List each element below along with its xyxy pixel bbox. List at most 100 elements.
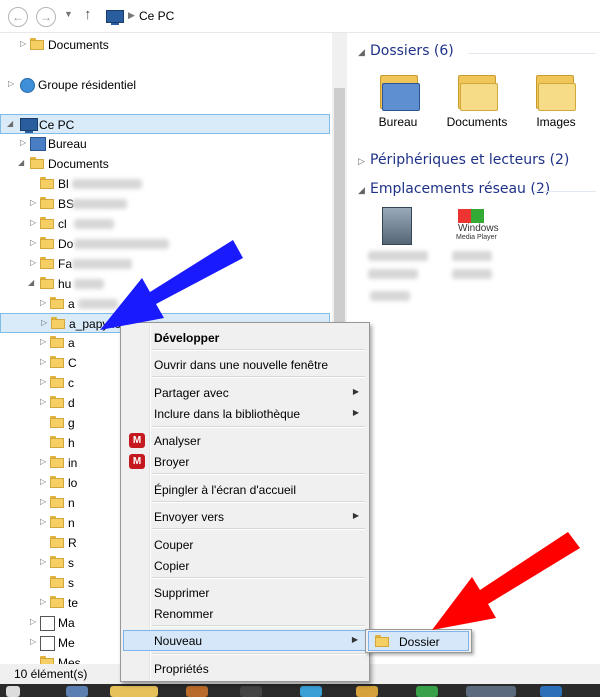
tree-item-documents[interactable]: ◢ Documents [0,154,330,174]
breadcrumb[interactable]: Ce PC [139,9,174,23]
folder-icon [40,656,54,664]
menu-item-expand[interactable]: Développer [123,327,367,348]
collapse-arrow-icon[interactable]: ◢ [358,47,365,58]
section-title-folders[interactable]: Dossiers (6) [370,43,454,59]
menu-item-rename[interactable]: Renommer [123,603,367,624]
tree-item-folder[interactable]: ▷ Fa [0,254,330,274]
images-folder-icon[interactable] [536,71,576,111]
menu-item-send-to[interactable]: Envoyer vers ▶ [123,506,367,527]
menu-item-include-library[interactable]: Inclure dans la bibliothèque ▶ [123,403,367,424]
taskbar-app-icon[interactable] [186,686,208,697]
folder-icon [40,237,54,249]
expand-arrow-icon[interactable]: ▷ [40,457,46,466]
expand-arrow-icon[interactable]: ▷ [358,156,365,167]
expand-arrow-icon[interactable]: ▷ [20,138,26,147]
folder-label[interactable]: Bureau [363,115,433,129]
tree-item-label: Bl [58,177,69,191]
expand-arrow-icon[interactable]: ▷ [30,617,36,626]
folder-icon [50,576,64,588]
documents-folder-icon[interactable] [458,71,498,111]
collapse-arrow-icon[interactable]: ◢ [18,158,24,167]
start-icon[interactable] [6,686,20,697]
menu-item-properties[interactable]: Propriétés [123,658,367,679]
up-arrow-icon[interactable]: ↑ [84,6,92,23]
expand-arrow-icon[interactable]: ▷ [40,477,46,486]
expand-arrow-icon[interactable]: ▷ [40,597,46,606]
tree-item-label: Ce PC [39,118,75,132]
tree-item-folder[interactable]: Bl [0,174,330,194]
tree-item-label: h [68,436,75,450]
desktop-folder-icon[interactable] [380,71,420,111]
tree-item-desktop[interactable]: ▷ Bureau [0,134,330,154]
back-button[interactable]: ← [8,7,28,27]
expand-arrow-icon[interactable]: ▷ [20,39,26,48]
tree-item-documents-top[interactable]: ▷ Documents [0,35,330,55]
folder-label[interactable]: Documents [442,115,512,129]
menu-item-open-new-window[interactable]: Ouvrir dans une nouvelle fenêtre [123,354,367,375]
expand-arrow-icon[interactable]: ▷ [40,337,46,346]
menu-item-shred[interactable]: M Broyer [123,451,367,472]
menu-item-copy[interactable]: Copier [123,555,367,576]
expand-arrow-icon[interactable]: ▷ [30,218,36,227]
folder-icon [50,456,64,468]
tree-item-folder[interactable]: ▷ BS [0,194,330,214]
menu-item-pin-start[interactable]: Épingler à l'écran d'accueil [123,479,367,500]
folder-icon [30,38,44,50]
taskbar-app-icon[interactable] [466,686,516,697]
folder-label[interactable]: Images [521,115,591,129]
breadcrumb-separator-icon[interactable]: ▶ [128,10,135,21]
expand-arrow-icon[interactable]: ▷ [40,377,46,386]
section-title-network[interactable]: Emplacements réseau (2) [370,181,550,197]
collapse-arrow-icon[interactable]: ◢ [7,119,13,128]
submenu-arrow-icon: ▶ [352,408,359,417]
recent-locations-chevron-icon[interactable]: ▼ [64,9,73,19]
tree-item-folder[interactable]: ▷ a [0,294,330,314]
tree-item-folder[interactable]: ◢ hu [0,274,330,294]
taskbar-app-icon[interactable] [356,686,378,697]
expand-arrow-icon[interactable]: ▷ [40,397,46,406]
taskbar-app-icon[interactable] [540,686,562,697]
tree-item-folder[interactable]: ▷ cl [0,214,330,234]
expand-arrow-icon[interactable]: ▷ [40,298,46,307]
submenu-arrow-icon: ▶ [352,387,359,396]
expand-arrow-icon[interactable]: ▷ [40,357,46,366]
taskbar-app-icon[interactable] [300,686,322,697]
section-title-devices[interactable]: Périphériques et lecteurs (2) [370,152,569,168]
expand-arrow-icon[interactable]: ▷ [30,637,36,646]
media-device-icon[interactable] [382,207,412,245]
taskbar-app-icon[interactable] [416,686,438,697]
documents-folder-icon [30,157,44,169]
redacted-text [72,199,127,209]
expand-arrow-icon[interactable]: ▷ [41,318,47,327]
folder-icon [40,177,54,189]
expand-arrow-icon[interactable]: ▷ [40,517,46,526]
tree-item-folder[interactable]: ▷ Do [0,234,330,254]
folder-icon [51,317,65,329]
expand-arrow-icon[interactable]: ▷ [30,198,36,207]
tree-item-homegroup[interactable]: ▷ Groupe résidentiel [0,75,330,95]
menu-item-cut[interactable]: Couper [123,534,367,555]
forward-button[interactable]: → [36,7,56,27]
tree-item-label: d [68,396,75,410]
expand-arrow-icon[interactable]: ▷ [30,258,36,267]
tree-item-label: Groupe résidentiel [38,78,137,92]
tree-item-this-pc[interactable]: ◢ Ce PC [0,114,330,134]
submenu-item-folder[interactable]: Dossier [368,631,469,651]
collapse-arrow-icon[interactable]: ◢ [28,278,34,287]
tree-item-label: Documents [48,157,109,171]
expand-arrow-icon[interactable]: ▷ [40,497,46,506]
expand-arrow-icon[interactable]: ▷ [30,238,36,247]
menu-item-delete[interactable]: Supprimer [123,582,367,603]
menu-item-new[interactable]: Nouveau ▶ [123,630,367,651]
expand-arrow-icon[interactable]: ▷ [8,79,14,88]
explorer-taskbar-icon[interactable] [110,686,158,697]
menu-item-share-with[interactable]: Partager avec ▶ [123,382,367,403]
taskbar-app-icon[interactable] [240,686,262,697]
menu-item-analyze[interactable]: M Analyser [123,430,367,451]
menu-item-label: Analyser [154,434,201,448]
collapse-arrow-icon[interactable]: ◢ [358,185,365,196]
tree-item-label: R [68,536,77,550]
expand-arrow-icon[interactable]: ▷ [40,557,46,566]
menu-separator [152,577,365,579]
taskbar-app-icon[interactable] [66,686,88,697]
